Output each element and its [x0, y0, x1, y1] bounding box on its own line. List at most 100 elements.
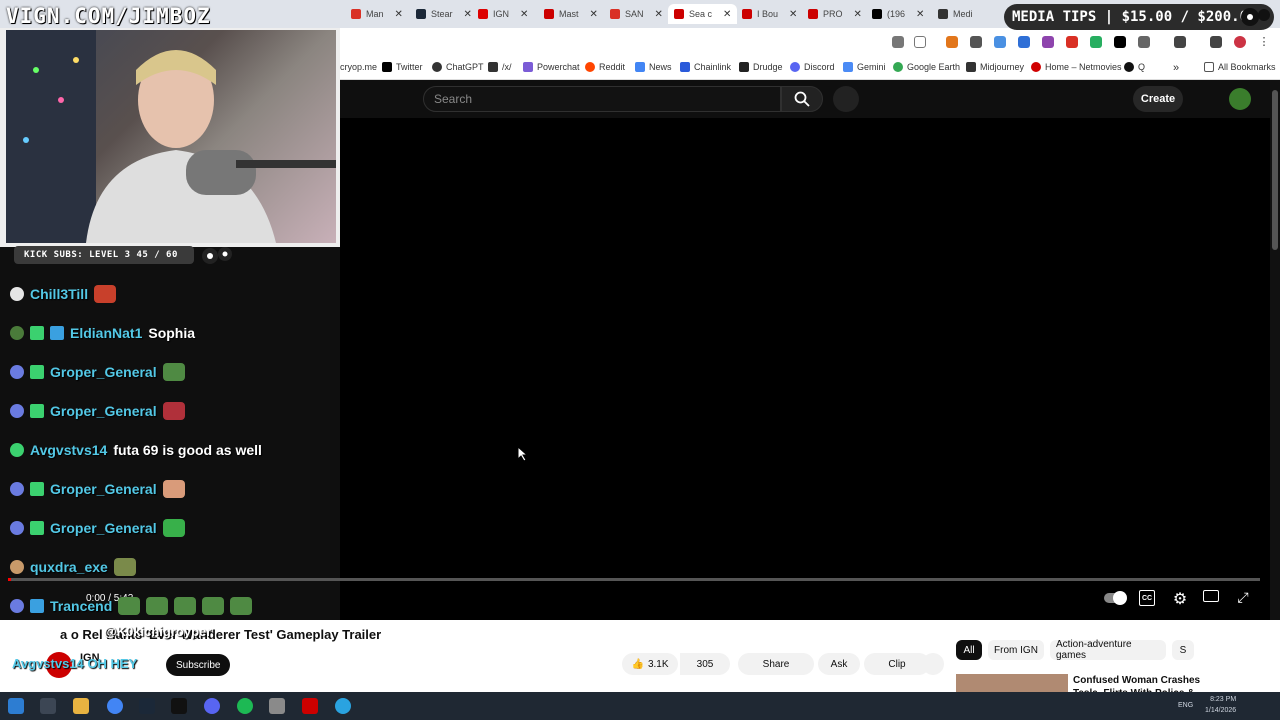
settings-gear-icon[interactable]: ⚙ — [1171, 590, 1189, 608]
video-progress-bar[interactable] — [8, 578, 1260, 581]
close-tab-icon[interactable]: ✕ — [854, 9, 862, 20]
bookmark-item[interactable]: Home – Netmovies — [1031, 62, 1122, 72]
bookmark-item[interactable]: Powerchat — [523, 62, 580, 72]
tab-favicon-icon — [478, 9, 488, 19]
bookmark-item[interactable]: Discord — [790, 62, 835, 72]
extension-icon[interactable] — [1042, 36, 1054, 48]
obs-icon[interactable] — [302, 698, 318, 714]
bookmark-item[interactable]: cryop.me — [340, 62, 377, 72]
bookmark-star-icon[interactable] — [914, 36, 926, 48]
ask-button[interactable]: Ask — [818, 653, 860, 675]
task-view-icon[interactable] — [40, 698, 56, 714]
search-button[interactable] — [781, 86, 823, 112]
chrome-icon[interactable] — [107, 698, 123, 714]
drudge-icon — [739, 62, 749, 72]
account-avatar[interactable] — [1229, 88, 1251, 110]
extension-icon[interactable] — [1018, 36, 1030, 48]
chip-more[interactable]: S — [1172, 640, 1194, 660]
all-bookmarks-button[interactable]: All Bookmarks — [1204, 62, 1276, 72]
subscribe-button[interactable]: Subscribe — [166, 654, 231, 676]
share-button[interactable]: Share — [738, 653, 814, 675]
bookmark-item[interactable]: Q — [1124, 62, 1145, 72]
bookmark-item[interactable]: News — [635, 62, 672, 72]
recommended-thumbnail[interactable] — [956, 674, 1068, 692]
browser-tab[interactable]: Medi — [932, 4, 979, 24]
browser-tab[interactable]: SAN ✕ — [604, 4, 669, 24]
scrollbar-thumb[interactable] — [1272, 90, 1278, 250]
more-actions-button[interactable] — [922, 653, 944, 675]
close-tab-icon[interactable]: ✕ — [590, 9, 598, 20]
clip-button[interactable]: Clip — [864, 653, 930, 675]
extension-icon[interactable] — [1066, 36, 1078, 48]
chat-message: Chill3Till — [10, 281, 117, 307]
browser-tab[interactable]: Stear ✕ — [410, 4, 478, 24]
search-placeholder: Search — [434, 92, 473, 106]
file-explorer-icon[interactable] — [73, 698, 89, 714]
terminal-icon[interactable] — [171, 698, 187, 714]
close-tab-icon[interactable]: ✕ — [464, 9, 472, 20]
extension-icon[interactable] — [994, 36, 1006, 48]
chat-message: Groper_General — [10, 515, 185, 541]
metamask-extension-icon[interactable] — [946, 36, 958, 48]
steam-icon[interactable] — [139, 698, 155, 714]
mouse-cursor-icon — [517, 446, 529, 462]
close-tab-icon[interactable]: ✕ — [520, 9, 528, 20]
cast-icon[interactable] — [892, 36, 904, 48]
x-extension-icon[interactable] — [1114, 36, 1126, 48]
bookmarks-overflow-icon[interactable]: » — [1173, 62, 1179, 74]
close-tab-icon[interactable]: ✕ — [789, 9, 797, 20]
browser-tab[interactable]: PRO ✕ — [802, 4, 868, 24]
chip-from-ign[interactable]: From IGN — [988, 640, 1044, 660]
tab-label: Medi — [953, 9, 973, 19]
sidebar-icon[interactable] — [1174, 36, 1186, 48]
browser-tab[interactable]: I Bou ✕ — [736, 4, 803, 24]
dislike-button[interactable]: 305 — [680, 653, 730, 675]
autoplay-toggle[interactable] — [1104, 590, 1127, 606]
chip-all[interactable]: All — [956, 640, 982, 660]
captions-icon[interactable]: CC — [1139, 590, 1155, 606]
reading-list-icon[interactable] — [1210, 36, 1222, 48]
puzzle-extensions-icon[interactable] — [1138, 36, 1150, 48]
bookmark-item[interactable]: Midjourney — [966, 62, 1024, 72]
create-button[interactable]: Create — [1133, 86, 1183, 112]
bookmark-item[interactable]: ChatGPT — [432, 62, 484, 72]
profile-avatar-icon[interactable] — [1234, 36, 1246, 48]
close-tab-icon[interactable]: ✕ — [655, 9, 663, 20]
browser-tab[interactable]: (196 ✕ — [866, 4, 930, 24]
user-badge-icon — [10, 560, 24, 574]
bookmark-item[interactable]: Google Earth — [893, 62, 960, 72]
telegram-icon[interactable] — [335, 698, 351, 714]
close-tab-icon[interactable]: ✕ — [395, 9, 403, 20]
browser-tab-active[interactable]: Sea c ✕ — [668, 4, 738, 24]
like-button[interactable]: 👍 3.1K — [622, 653, 678, 675]
windows-start-icon[interactable] — [8, 698, 24, 714]
miniplayer-icon[interactable] — [1203, 590, 1219, 602]
video-player[interactable] — [340, 80, 1280, 620]
bookmark-item[interactable]: Chainlink — [680, 62, 731, 72]
app-icon[interactable] — [269, 698, 285, 714]
tab-label: Man — [366, 9, 384, 19]
menu-kebab-icon[interactable]: ⋮ — [1258, 36, 1270, 48]
extension-icon[interactable] — [1090, 36, 1102, 48]
shield-extension-icon[interactable] — [970, 36, 982, 48]
bookmark-item[interactable]: /x/ — [488, 62, 512, 72]
bookmark-item[interactable]: Reddit — [585, 62, 625, 72]
fullscreen-icon[interactable]: ⤢ — [1236, 589, 1250, 605]
discord-icon[interactable] — [204, 698, 220, 714]
voice-search-button[interactable] — [833, 86, 859, 112]
spotify-icon[interactable] — [237, 698, 253, 714]
bookmark-label: cryop.me — [340, 62, 378, 72]
chat-username: Groper_General — [50, 403, 157, 419]
chip-action-adventure[interactable]: Action-adventure games — [1050, 639, 1166, 661]
language-indicator[interactable]: ENG — [1178, 702, 1193, 709]
close-tab-icon[interactable]: ✕ — [916, 9, 924, 20]
close-tab-icon[interactable]: ✕ — [723, 9, 731, 20]
browser-tab[interactable]: IGN ✕ — [472, 4, 534, 24]
bookmark-item[interactable]: Twitter — [382, 62, 423, 72]
bookmark-item[interactable]: Drudge — [739, 62, 783, 72]
browser-tab[interactable]: Man ✕ — [345, 4, 409, 24]
system-clock[interactable]: 8:23 PM 1/14/2026 — [1205, 694, 1236, 716]
bookmark-item[interactable]: Gemini — [843, 62, 886, 72]
browser-tab[interactable]: Mast ✕ — [538, 4, 604, 24]
search-input[interactable]: Search — [423, 86, 781, 112]
